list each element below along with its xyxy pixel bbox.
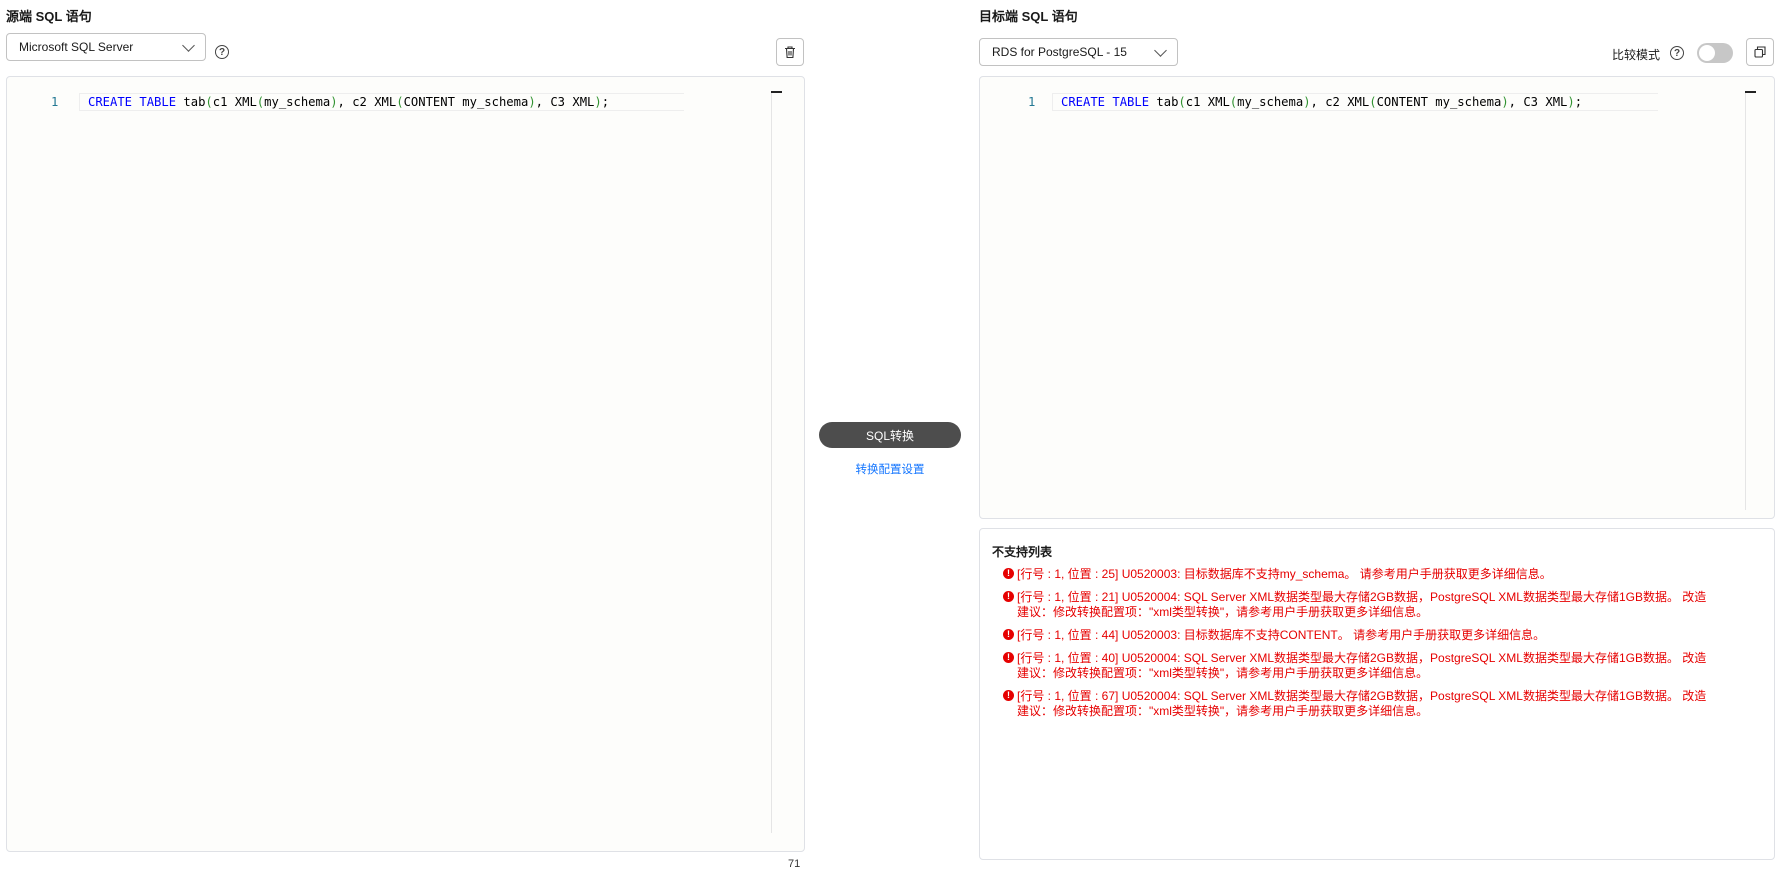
vertical-scrollbar[interactable] [1745, 93, 1746, 510]
chevron-down-icon [182, 38, 195, 52]
target-db-select[interactable]: RDS for PostgreSQL - 15 [979, 38, 1178, 66]
error-icon: ! [1003, 568, 1014, 579]
code-token: my_schema [1237, 95, 1304, 109]
error-message: [行号 : 1, 位置 : 21] U0520004: SQL Server X… [1017, 590, 1707, 619]
code-token: c1 XML [212, 95, 257, 109]
code-token: c1 XML [1185, 95, 1230, 109]
unsupported-list-panel: 不支持列表 ! [行号 : 1, 位置 : 25] U0520003: 目标数据… [979, 528, 1775, 860]
code-token: CREATE [88, 95, 133, 109]
list-item: ! [行号 : 1, 位置 : 21] U0520004: SQL Server… [1003, 590, 1708, 620]
code-token: ( [1178, 95, 1186, 109]
line-number: 1 [51, 95, 59, 109]
code-token: tab [1156, 95, 1179, 109]
source-editor[interactable]: 1 CREATE TABLE tab(c1 XML(my_schema), c2… [6, 76, 805, 852]
compare-mode-toggle[interactable] [1697, 43, 1733, 63]
list-item: ! [行号 : 1, 位置 : 67] U0520004: SQL Server… [1003, 689, 1708, 719]
toggle-knob [1699, 45, 1715, 61]
target-db-select-value: RDS for PostgreSQL - 15 [992, 45, 1127, 59]
code-token: tab [183, 95, 206, 109]
error-icon: ! [1003, 652, 1014, 663]
minimap-slider[interactable] [1745, 91, 1756, 93]
compare-mode-label: 比较模式 [1612, 48, 1661, 62]
list-item: ! [行号 : 1, 位置 : 44] U0520003: 目标数据库不支持CO… [1003, 628, 1708, 643]
help-icon[interactable]: ? [215, 45, 229, 59]
minimap-slider[interactable] [771, 91, 782, 93]
code-token: , C3 XML [535, 95, 595, 109]
chevron-down-icon [1154, 43, 1167, 57]
code-token: ) [1303, 95, 1311, 109]
unsupported-list: ! [行号 : 1, 位置 : 25] U0520003: 目标数据库不支持my… [1003, 567, 1708, 727]
vertical-scrollbar[interactable] [771, 93, 772, 833]
code-token: ( [396, 95, 404, 109]
sql-convert-button[interactable]: SQL转换 [819, 422, 961, 448]
error-icon: ! [1003, 591, 1014, 602]
trash-icon [785, 46, 795, 59]
code-token: , c2 XML [1310, 95, 1370, 109]
error-message: [行号 : 1, 位置 : 40] U0520004: SQL Server X… [1017, 651, 1707, 680]
list-item: ! [行号 : 1, 位置 : 40] U0520004: SQL Server… [1003, 651, 1708, 681]
char-count: 71 [788, 858, 801, 870]
unsupported-list-title: 不支持列表 [992, 545, 1053, 559]
code-token: ; [1574, 95, 1583, 109]
copy-button[interactable] [1746, 38, 1774, 66]
help-icon[interactable]: ? [1670, 46, 1684, 60]
code-token: ) [528, 95, 536, 109]
code-token: ) [1501, 95, 1509, 109]
copy-icon [1754, 46, 1766, 58]
target-title: 目标端 SQL 语句 [979, 9, 1078, 24]
code-token: CONTENT my_schema [1376, 95, 1502, 109]
line-number: 1 [1028, 95, 1036, 109]
code-token: CREATE [1061, 95, 1106, 109]
code-token: CONTENT my_schema [403, 95, 529, 109]
code-token: ) [1567, 95, 1575, 109]
clear-button[interactable] [776, 38, 804, 66]
code-token: , C3 XML [1508, 95, 1568, 109]
error-message: [行号 : 1, 位置 : 25] U0520003: 目标数据库不支持my_s… [1017, 567, 1552, 581]
list-item: ! [行号 : 1, 位置 : 25] U0520003: 目标数据库不支持my… [1003, 567, 1708, 582]
error-message: [行号 : 1, 位置 : 44] U0520003: 目标数据库不支持CONT… [1017, 628, 1546, 642]
code-token: TABLE [1112, 95, 1150, 109]
code-token: my_schema [264, 95, 331, 109]
conversion-config-link[interactable]: 转换配置设置 [819, 461, 961, 477]
source-title: 源端 SQL 语句 [6, 9, 92, 24]
code-token: ) [594, 95, 602, 109]
code-token: TABLE [139, 95, 177, 109]
source-db-select[interactable]: Microsoft SQL Server [6, 33, 206, 61]
code-token: ) [330, 95, 338, 109]
code-token: ; [601, 95, 610, 109]
error-message: [行号 : 1, 位置 : 67] U0520004: SQL Server X… [1017, 689, 1707, 718]
target-code-line[interactable]: CREATE TABLE tab(c1 XML(my_schema), c2 X… [1061, 93, 1582, 111]
source-db-select-value: Microsoft SQL Server [19, 40, 134, 54]
code-token: ( [205, 95, 213, 109]
error-icon: ! [1003, 690, 1014, 701]
code-token: ( [1369, 95, 1377, 109]
target-editor[interactable]: 1 CREATE TABLE tab(c1 XML(my_schema), c2… [979, 76, 1775, 519]
error-icon: ! [1003, 629, 1014, 640]
source-code-line[interactable]: CREATE TABLE tab(c1 XML(my_schema), c2 X… [88, 93, 609, 111]
code-token: , c2 XML [337, 95, 397, 109]
